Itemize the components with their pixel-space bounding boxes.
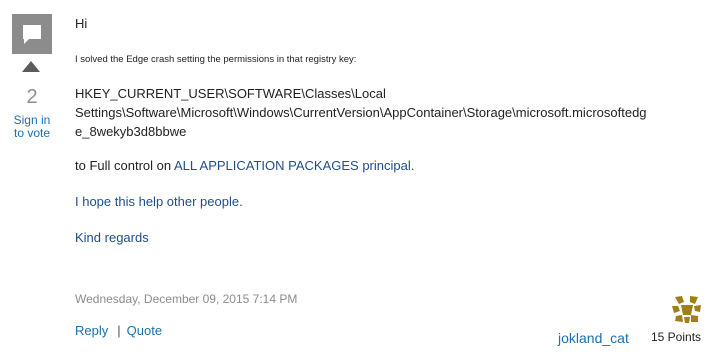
- post-intro: I solved the Edge crash setting the perm…: [75, 54, 357, 65]
- registry-key-line: e_8wekyb3d8bbwe: [75, 124, 187, 139]
- sign-in-to-vote-link[interactable]: Sign in to vote: [0, 114, 64, 140]
- registry-key-line: HKEY_CURRENT_USER\SOFTWARE\Classes\Local: [75, 86, 386, 101]
- author-points: 15 Points: [651, 330, 702, 344]
- full-control-target: ALL APPLICATION PACKAGES principal.: [174, 158, 415, 173]
- quote-link[interactable]: Quote: [127, 323, 162, 338]
- post-actions: Reply | Quote: [75, 323, 162, 338]
- registry-key-line: Settings\Software\Microsoft\Windows\Curr…: [75, 105, 647, 120]
- reply-link[interactable]: Reply: [75, 323, 108, 338]
- regards-line: Kind regards: [75, 230, 149, 245]
- speech-bubble-icon: [23, 25, 41, 39]
- full-control-prefix: to Full control on: [75, 158, 174, 173]
- vote-column: 2 Sign in to vote: [0, 0, 64, 160]
- post-greeting: Hi: [75, 16, 88, 31]
- reply-badge-icon: [12, 14, 52, 54]
- forum-reply-post: 2 Sign in to vote Hi I solved the Edge c…: [0, 0, 728, 360]
- speech-bubble-tail: [24, 38, 30, 44]
- action-separator: |: [117, 323, 121, 338]
- full-control-line: to Full control on ALL APPLICATION PACKA…: [75, 158, 414, 173]
- to-vote-label: to vote: [13, 126, 51, 140]
- registry-key-text: HKEY_CURRENT_USER\SOFTWARE\Classes\Local…: [75, 84, 715, 141]
- vote-count: 2: [26, 86, 38, 108]
- vote-up-icon[interactable]: [22, 61, 40, 72]
- gold-medal-icon: [672, 296, 701, 323]
- hope-line: I hope this help other people.: [75, 194, 243, 209]
- post-timestamp: Wednesday, December 09, 2015 7:14 PM: [75, 292, 298, 306]
- author-name-link[interactable]: jokland_cat: [558, 330, 629, 346]
